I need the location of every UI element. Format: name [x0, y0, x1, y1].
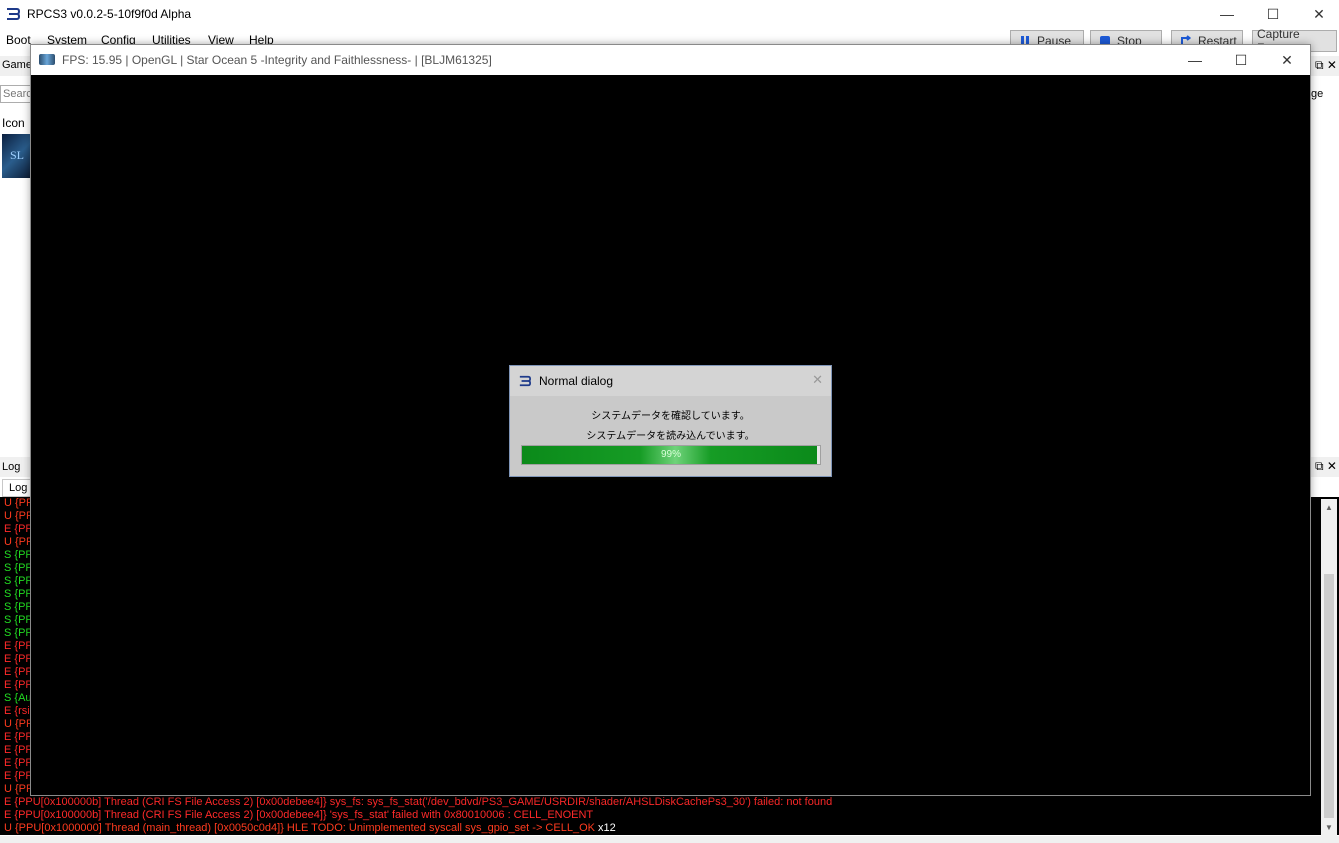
game-window[interactable]: FPS: 15.95 | OpenGL | Star Ocean 5 -Inte…	[30, 44, 1311, 796]
minimize-button[interactable]: —	[1204, 0, 1250, 28]
close-icon: ✕	[1281, 51, 1293, 68]
log-line: U {PP	[4, 718, 34, 730]
log-line: U {PP	[4, 783, 34, 795]
minimize-icon: —	[1220, 6, 1234, 22]
scroll-up-icon[interactable]: ▲	[1321, 500, 1337, 516]
maximize-icon: ☐	[1266, 5, 1280, 22]
column-header-fragment[interactable]: ge	[1311, 88, 1323, 100]
main-titlebar: RPCS3 v0.0.2-5-10f9f0d Alpha — ☐ ✕	[0, 0, 1339, 28]
game-logo-icon	[39, 54, 55, 65]
log-line: S {PP	[4, 588, 33, 600]
minimize-icon: —	[1188, 52, 1202, 68]
maximize-button[interactable]: ☐	[1250, 0, 1296, 28]
log-line: E {PP	[4, 666, 33, 678]
log-line: E {PP	[4, 770, 33, 782]
log-dock-buttons[interactable]: ⧉ ✕	[1315, 459, 1337, 474]
dialog-message-1: システムデータを確認しています。	[591, 411, 750, 422]
game-maximize-button[interactable]: ☐	[1218, 45, 1264, 75]
log-line-text: U {PPU[0x1000000] Thread (main_thread) […	[4, 822, 595, 834]
log-line: E {PP	[4, 757, 33, 769]
window-title: RPCS3 v0.0.2-5-10f9f0d Alpha	[27, 7, 192, 21]
log-line: S {PP	[4, 601, 33, 613]
log-line: U {PPU[0x1000000] Thread (main_thread) […	[4, 822, 616, 834]
log-line-text: E {PPU[0x100000b] Thread (CRI FS File Ac…	[4, 809, 594, 821]
log-tab[interactable]: Log	[2, 479, 32, 497]
progress-bar: 99%	[521, 445, 821, 465]
rpcs3-logo-icon	[519, 375, 532, 387]
log-line: U {PP	[4, 536, 34, 548]
dock-buttons[interactable]: ⧉ ✕	[1315, 58, 1337, 73]
log-line: S {PP	[4, 575, 33, 587]
log-line: U {PP	[4, 510, 34, 522]
progress-label: 99%	[660, 449, 681, 460]
scrollbar-thumb[interactable]	[1324, 574, 1334, 818]
log-line: U {PP	[4, 497, 34, 509]
close-icon: ✕	[1313, 5, 1325, 22]
dialog-title: Normal dialog	[539, 374, 614, 388]
game-window-title: FPS: 15.95 | OpenGL | Star Ocean 5 -Inte…	[62, 53, 492, 67]
log-line: S {PP	[4, 562, 33, 574]
game-titlebar: FPS: 15.95 | OpenGL | Star Ocean 5 -Inte…	[31, 45, 1310, 75]
rpcs3-logo-icon	[7, 8, 20, 20]
log-line: S {PP	[4, 549, 33, 561]
icon-column-header[interactable]: Icon	[2, 116, 25, 130]
log-repeat-count: x12	[594, 822, 616, 834]
game-close-button[interactable]: ✕	[1264, 45, 1310, 75]
log-line: S {PP	[4, 614, 33, 626]
log-line: E {PP	[4, 731, 33, 743]
menu-boot[interactable]: Boot	[6, 33, 31, 47]
status-strip	[0, 836, 1339, 843]
normal-dialog: Normal dialog ✕ システムデータを確認しています。 システムデータ…	[509, 365, 832, 477]
game-minimize-button[interactable]: —	[1172, 45, 1218, 75]
log-line: S {PP	[4, 627, 33, 639]
log-line: E {PP	[4, 523, 33, 535]
thumbnail-text: SL	[10, 148, 25, 162]
dialog-close-button[interactable]: ✕	[812, 372, 823, 388]
log-line: E {PPU[0x100000b] Thread (CRI FS File Ac…	[4, 809, 593, 821]
dialog-titlebar: Normal dialog ✕	[510, 366, 831, 396]
dialog-message-2: システムデータを読み込んでいます。	[586, 431, 755, 442]
log-line: E {PPU[0x100000b] Thread (CRI FS File Ac…	[4, 796, 832, 808]
scroll-down-icon[interactable]: ▼	[1321, 820, 1337, 836]
close-button[interactable]: ✕	[1296, 0, 1339, 28]
log-line: E {rsi	[4, 705, 30, 717]
log-line-text: E {PPU[0x100000b] Thread (CRI FS File Ac…	[4, 796, 833, 808]
game-list-title: Game	[2, 59, 32, 71]
log-dock-title: Log	[2, 461, 21, 473]
log-line: E {PP	[4, 653, 33, 665]
game-thumbnail[interactable]: SL	[2, 134, 32, 178]
log-line: S {Au	[4, 692, 32, 704]
maximize-icon: ☐	[1234, 51, 1248, 68]
log-line: E {PP	[4, 640, 33, 652]
log-line: E {PP	[4, 679, 33, 691]
log-line: E {PP	[4, 744, 33, 756]
